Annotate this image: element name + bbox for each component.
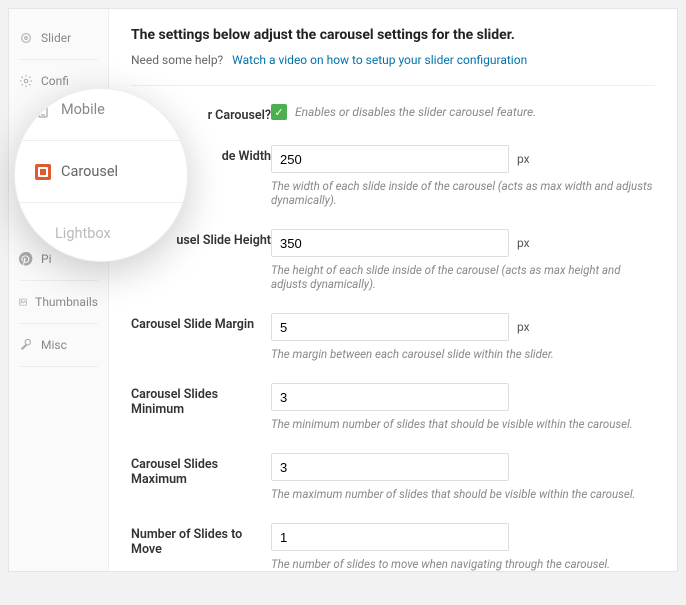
slide-height-input[interactable] — [271, 229, 509, 257]
sidebar-item-misc[interactable]: Misc — [9, 326, 108, 364]
magnifier-overlay: Mobile Carousel Lightbox — [14, 88, 188, 262]
sidebar-item-label: Misc — [41, 338, 67, 352]
checkbox-enable[interactable]: ✓ — [271, 104, 287, 120]
sidebar-item-slider[interactable]: Slider — [9, 19, 108, 57]
field-slide-margin: Carousel Slide Margin px The margin betw… — [131, 313, 655, 361]
field-desc: The margin between each carousel slide w… — [271, 347, 655, 361]
sidebar-item-thumbnails[interactable]: Thumbnails — [9, 283, 108, 321]
gear-icon — [19, 74, 33, 88]
slide-margin-input[interactable] — [271, 313, 509, 341]
field-slides-move: Number of Slides to Move The number of s… — [131, 523, 655, 571]
slides-max-input[interactable] — [271, 453, 509, 481]
mag-label: Mobile — [61, 101, 105, 118]
mag-label: Carousel — [61, 163, 118, 180]
field-label: Carousel Slide Margin — [131, 313, 271, 361]
field-slides-min: Carousel Slides Minimum The minimum numb… — [131, 383, 655, 431]
help-prefix: Need some help? — [131, 53, 223, 67]
unit-label: px — [517, 152, 530, 166]
sidebar-item-label: Slider — [41, 31, 71, 45]
field-desc: The maximum number of slides that should… — [271, 487, 655, 501]
unit-label: px — [517, 236, 530, 250]
field-slide-height: usel Slide Height px The height of each … — [131, 229, 655, 291]
slide-width-input[interactable] — [271, 145, 509, 173]
field-label: Carousel Slides Maximum — [131, 453, 271, 501]
slides-min-input[interactable] — [271, 383, 509, 411]
mag-item-carousel[interactable]: Carousel — [15, 141, 187, 203]
field-desc: The number of slides to move when naviga… — [271, 557, 655, 571]
unit-label: px — [517, 320, 530, 334]
sidebar-item-label: Thumbnails — [35, 295, 98, 309]
help-row: Need some help? Watch a video on how to … — [131, 53, 655, 67]
field-label: Carousel Slides Minimum — [131, 383, 271, 431]
field-slides-max: Carousel Slides Maximum The maximum numb… — [131, 453, 655, 501]
main-content: The settings below adjust the carousel s… — [109, 9, 677, 571]
carousel-icon — [35, 164, 51, 180]
mag-label: Lightbox — [55, 225, 111, 242]
field-desc: Enables or disables the slider carousel … — [295, 105, 536, 119]
field-enable-carousel: r Carousel? ✓ Enables or disables the sl… — [131, 104, 655, 123]
page-title: The settings below adjust the carousel s… — [131, 27, 655, 43]
divider — [131, 85, 655, 86]
target-icon — [19, 31, 33, 45]
wrench-icon — [19, 338, 33, 352]
field-desc: The minimum number of slides that should… — [271, 417, 655, 431]
help-link[interactable]: Watch a video on how to setup your slide… — [232, 53, 527, 67]
sidebar-item-label: Pi — [41, 252, 52, 266]
pinterest-icon — [19, 252, 33, 266]
field-slide-width: de Width px The width of each slide insi… — [131, 145, 655, 207]
field-desc: The height of each slide inside of the c… — [271, 263, 655, 291]
sidebar-item-label: Confi — [41, 74, 69, 88]
field-label: Number of Slides to Move — [131, 523, 271, 571]
slides-move-input[interactable] — [271, 523, 509, 551]
field-desc: The width of each slide inside of the ca… — [271, 179, 655, 207]
image-icon — [19, 295, 27, 309]
